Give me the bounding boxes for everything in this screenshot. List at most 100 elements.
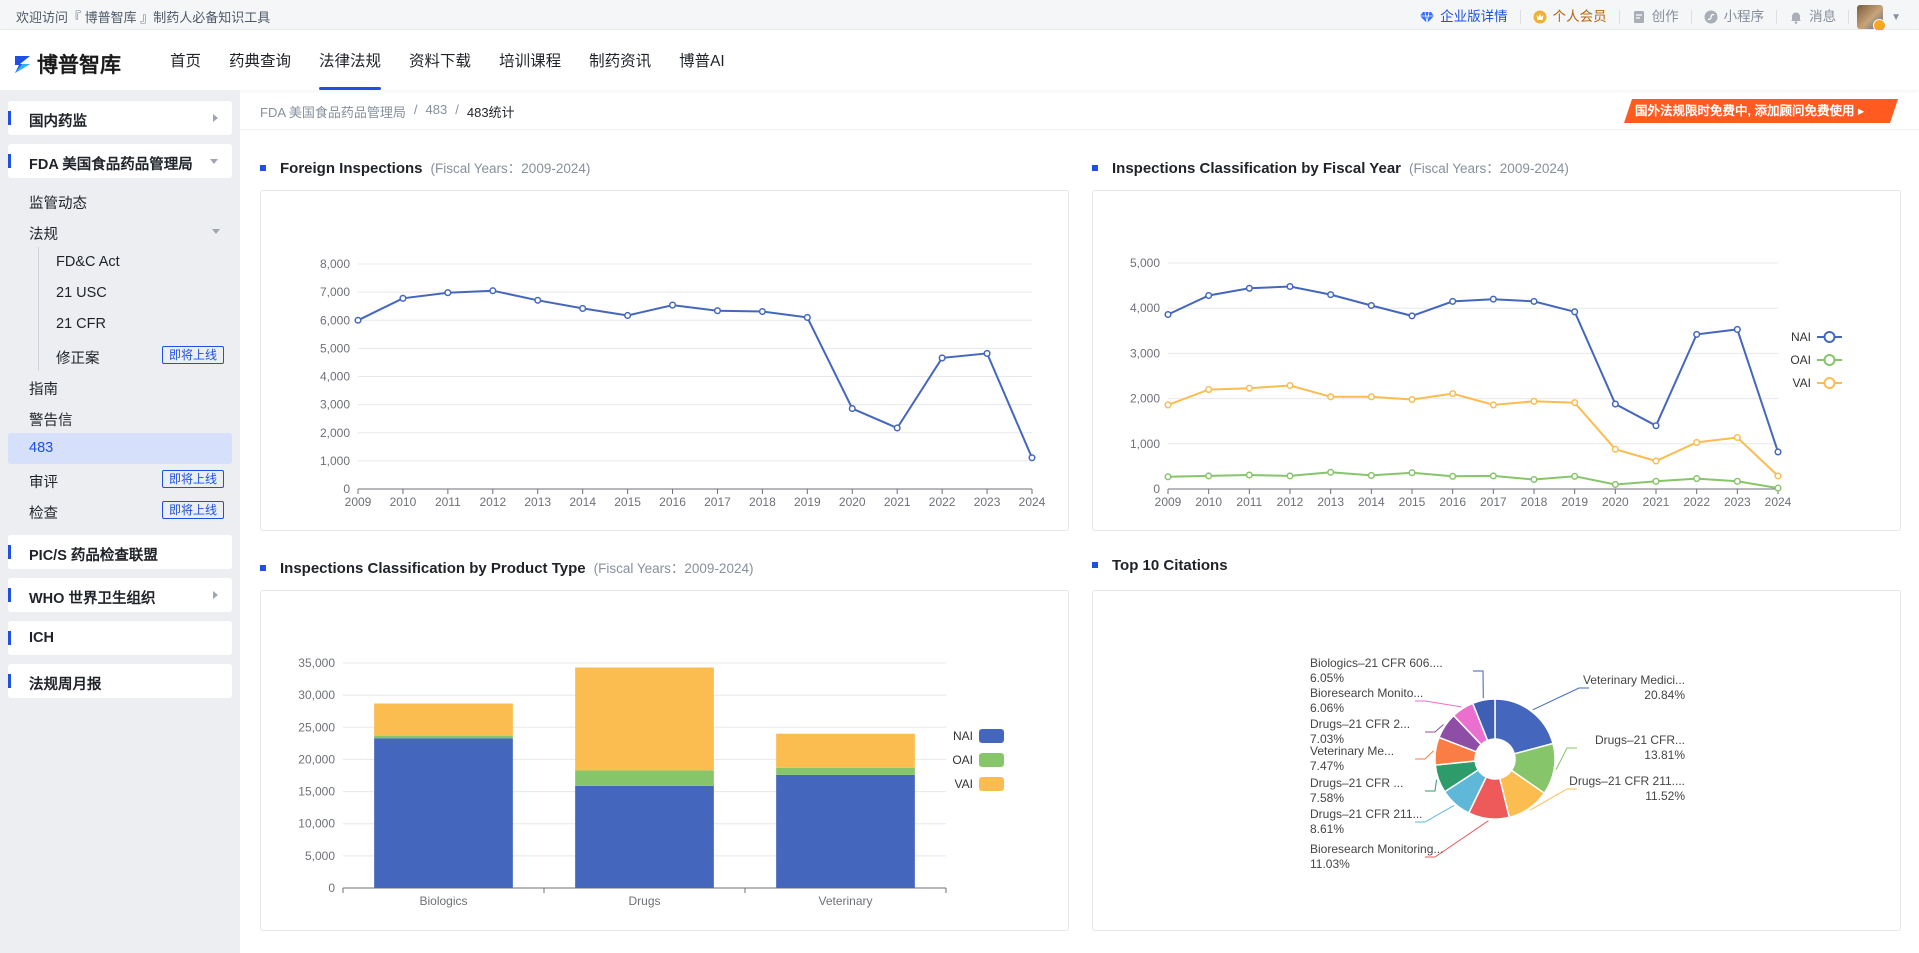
enterprise-link[interactable]: 企业版详情 bbox=[1408, 10, 1521, 24]
x-tick-label: 2013 bbox=[524, 495, 551, 509]
sidebar-item-review[interactable]: 审评 即将上线 bbox=[8, 464, 232, 495]
sidebar-item-label: 修正案 bbox=[56, 351, 100, 367]
sidebar-item-fdc-act[interactable]: FD&C Act bbox=[39, 247, 232, 278]
breadcrumb-current: 483统计 bbox=[466, 105, 515, 120]
data-point bbox=[1205, 291, 1213, 300]
chevron-down-icon[interactable]: ▼ bbox=[1891, 12, 1901, 23]
nav-tab-regulations[interactable]: 法律法规 bbox=[305, 30, 395, 90]
x-tick-label: 2022 bbox=[929, 495, 956, 509]
breadcrumb: FDA 美国食品药品管理局 / 483 / 483统计 bbox=[260, 102, 515, 121]
sidebar-item-483[interactable]: 483 bbox=[8, 433, 232, 464]
sidebar-group-ich[interactable]: ICH bbox=[8, 621, 232, 655]
y-tick-label: 3,000 bbox=[1130, 346, 1160, 360]
legend-label: NAI bbox=[1791, 330, 1811, 344]
bar-segment bbox=[575, 667, 714, 771]
x-tick-label: 2012 bbox=[479, 495, 506, 509]
data-point bbox=[1530, 475, 1538, 484]
nav-tabs: 首页 药典查询 法律法规 资料下载 培训课程 制药资讯 博普AI bbox=[156, 30, 739, 90]
sidebar-group-pics[interactable]: PIC/S 药品检查联盟 bbox=[8, 535, 232, 569]
data-point bbox=[1774, 484, 1782, 492]
sidebar-item-guidance[interactable]: 指南 bbox=[8, 371, 232, 402]
sidebar-item-21-usc[interactable]: 21 USC bbox=[39, 278, 232, 309]
y-tick-label: 30,000 bbox=[298, 688, 335, 702]
create-link[interactable]: 创作 bbox=[1620, 10, 1692, 24]
slice-percent: 13.81% bbox=[1644, 748, 1685, 762]
y-tick-label: 25,000 bbox=[298, 720, 335, 734]
data-point bbox=[1733, 433, 1741, 442]
sidebar-item-label: 21 USC bbox=[56, 285, 107, 301]
nav-tab-training[interactable]: 培训课程 bbox=[485, 30, 575, 90]
avatar[interactable] bbox=[1857, 5, 1887, 32]
nav-tab-downloads[interactable]: 资料下载 bbox=[395, 30, 485, 90]
messages-link[interactable]: 消息 bbox=[1777, 9, 1850, 24]
data-point bbox=[1693, 330, 1701, 338]
data-point bbox=[1164, 310, 1172, 319]
data-point bbox=[444, 289, 452, 297]
miniapp-label: 小程序 bbox=[1723, 9, 1765, 24]
sidebar: 国内药监 FDA 美国食品药品管理局 监管动态 法规 FD&C Act 21 U… bbox=[0, 90, 240, 953]
foreign-inspections-chart: 0 1,000 2,000 3,000 4,000 5,000 6,000 7,000 8,00… bbox=[320, 257, 1046, 509]
data-point bbox=[1205, 386, 1213, 394]
sidebar-group-weekly[interactable]: 法规周月报 bbox=[8, 664, 232, 698]
sidebar-item-laws[interactable]: 法规 bbox=[8, 216, 232, 247]
vip-link[interactable]: 个人会员 bbox=[1521, 10, 1620, 24]
nav-tab-ai[interactable]: 博普AI bbox=[665, 30, 739, 90]
y-tick-label: 20,000 bbox=[298, 752, 335, 766]
breadcrumb-root[interactable]: FDA 美国食品药品管理局 bbox=[260, 102, 406, 121]
y-tick-label: 7,000 bbox=[320, 285, 350, 299]
sidebar-group-who[interactable]: WHO 世界卫生组织 bbox=[8, 578, 232, 612]
chart-card-product: 0 5,000 10,000 15,000 20,000 25,000 30,000 35,0… bbox=[260, 590, 1069, 931]
chart-card-foreign: 0 1,000 2,000 3,000 4,000 5,000 6,000 7,000 8,00… bbox=[260, 190, 1069, 531]
label-leader bbox=[1425, 779, 1438, 792]
sidebar-item-21-cfr[interactable]: 21 CFR bbox=[39, 309, 232, 340]
miniapp-link[interactable]: 小程序 bbox=[1692, 10, 1778, 24]
nav-tab-news[interactable]: 制药资讯 bbox=[575, 30, 665, 90]
breadcrumb-483[interactable]: 483 bbox=[426, 102, 448, 121]
logo-icon bbox=[15, 56, 30, 73]
legend-swatch bbox=[979, 777, 1004, 791]
sidebar-item-amendments[interactable]: 修正案 即将上线 bbox=[39, 340, 232, 371]
data-point bbox=[1489, 295, 1497, 303]
x-tick-label: Biologics bbox=[419, 894, 467, 908]
coming-soon-badge: 即将上线 bbox=[161, 470, 224, 488]
data-point bbox=[1449, 297, 1457, 305]
data-point bbox=[399, 294, 407, 302]
bar-segment bbox=[374, 738, 513, 888]
section-marker bbox=[1092, 562, 1098, 568]
data-point bbox=[1245, 471, 1253, 479]
sidebar-group-fda[interactable]: FDA 美国食品药品管理局 bbox=[8, 144, 232, 178]
nav-tab-home[interactable]: 首页 bbox=[156, 30, 215, 90]
x-tick-label: 2016 bbox=[659, 495, 686, 509]
sidebar-item-inspection[interactable]: 检查 即将上线 bbox=[8, 495, 232, 526]
promo-banner[interactable]: 国外法规限时免费中, 添加顾问免费使用 ▸ bbox=[1624, 99, 1898, 123]
data-point bbox=[1367, 301, 1375, 310]
logo[interactable]: 博普智库 bbox=[14, 49, 121, 79]
x-tick-label: 2024 bbox=[1019, 495, 1046, 509]
sidebar-group-label: WHO 世界卫生组织 bbox=[29, 591, 156, 607]
chevron-down-icon bbox=[212, 229, 220, 234]
data-point bbox=[713, 307, 722, 315]
sidebar-item-regulatory-news[interactable]: 监管动态 bbox=[8, 185, 232, 216]
data-point bbox=[1530, 397, 1538, 405]
x-tick-label: 2020 bbox=[839, 495, 866, 509]
slice-label: Drugs–21 CFR 211... bbox=[1310, 807, 1423, 821]
slice-percent: 8.61% bbox=[1310, 822, 1344, 836]
bar-segment bbox=[575, 785, 714, 888]
miniapp-icon bbox=[1704, 10, 1718, 24]
y-tick-label: 10,000 bbox=[298, 817, 335, 831]
bar-segment bbox=[776, 767, 915, 775]
x-tick-label: 2021 bbox=[884, 495, 911, 509]
sidebar-group-domestic[interactable]: 国内药监 bbox=[8, 101, 232, 135]
sidebar-item-warning-letters[interactable]: 警告信 bbox=[8, 402, 232, 433]
messages-label: 消息 bbox=[1809, 9, 1837, 24]
x-tick-label: 2014 bbox=[1358, 495, 1385, 509]
top-bar: 欢迎访问『 博普智库 』制药人必备知识工具 企业版详情 个人会员 创作 小程序 … bbox=[0, 0, 1919, 32]
nav-tab-pharmacopoeia[interactable]: 药典查询 bbox=[215, 30, 305, 90]
section-marker bbox=[260, 565, 266, 571]
x-tick-label: 2015 bbox=[614, 495, 641, 509]
main-nav: 博普智库 首页 药典查询 法律法规 资料下载 培训课程 制药资讯 博普AI bbox=[0, 30, 1919, 90]
group-marker bbox=[8, 111, 11, 125]
data-point bbox=[1327, 291, 1335, 299]
x-tick-label: 2018 bbox=[749, 495, 776, 509]
data-point bbox=[668, 301, 677, 309]
